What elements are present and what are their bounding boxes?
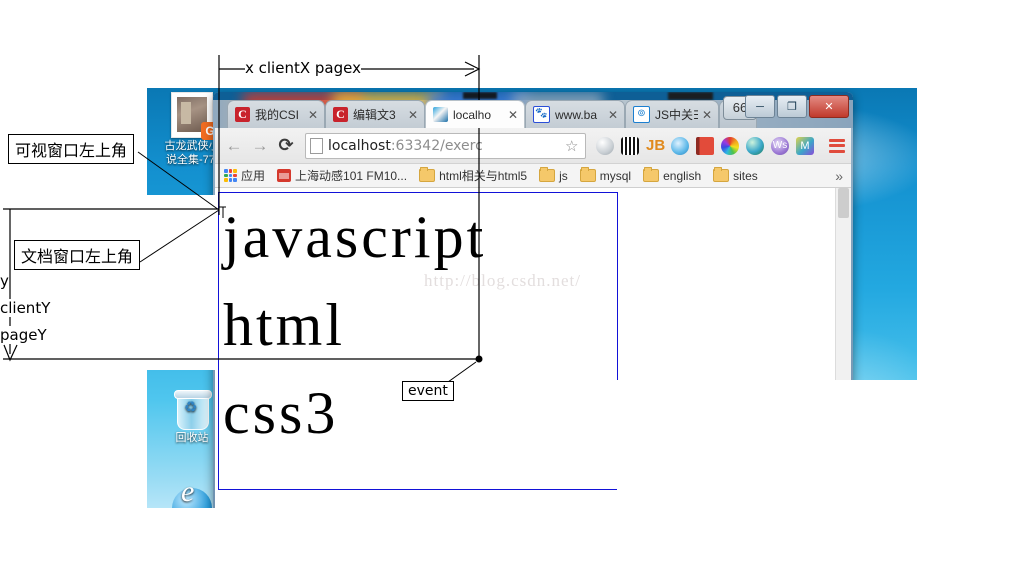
mask-top bbox=[0, 0, 1025, 88]
bookmark-star-icon[interactable]: ☆ bbox=[565, 137, 581, 155]
bookmarks-bar: 应用 上海动感101 FM10... html相关与html5 js mysql… bbox=[215, 164, 851, 188]
browser-tab-3[interactable]: 🐾 www.ba ✕ bbox=[525, 100, 625, 128]
recycle-bin-icon: ♻ bbox=[172, 388, 212, 430]
dictionary-red-icon[interactable] bbox=[696, 136, 714, 155]
bookmark-label: js bbox=[559, 168, 568, 183]
tab-title: 编辑文3 bbox=[353, 108, 396, 122]
browser-toolbar: ← → ⟳ localhost:63342/exerc ☆ JB Ws M bbox=[215, 128, 851, 164]
tab-close-icon[interactable]: ✕ bbox=[608, 108, 620, 122]
jetbrains-jb-icon[interactable]: JB bbox=[646, 137, 665, 155]
label-x-clientx-pagex: x clientX pagex bbox=[245, 59, 361, 77]
markdown-icon[interactable]: M bbox=[796, 136, 814, 155]
intellij-icon bbox=[433, 107, 448, 122]
tab-close-icon[interactable]: ✕ bbox=[702, 108, 714, 122]
label-event: event bbox=[402, 381, 454, 401]
page-line-0: javascript bbox=[223, 204, 487, 270]
browser-tab-2[interactable]: localho ✕ bbox=[425, 100, 525, 128]
baidu-icon: 🐾 bbox=[533, 106, 550, 123]
page-content-box: javascript html css3 http://blog.csdn.ne… bbox=[218, 192, 618, 490]
bookmark-label: 应用 bbox=[241, 169, 266, 183]
csdn-icon: C bbox=[333, 107, 348, 122]
bookmark-radio[interactable]: 上海动感101 FM10... bbox=[274, 166, 410, 185]
folder-icon bbox=[579, 167, 596, 182]
forward-icon[interactable]: → bbox=[247, 133, 273, 159]
reload-icon[interactable]: ⟳ bbox=[273, 133, 299, 159]
page-line-1: html bbox=[223, 292, 346, 358]
extensions-bar: JB Ws M bbox=[592, 136, 845, 155]
watermark-text: http://blog.csdn.net/ bbox=[424, 271, 581, 290]
js-icon: ⊚ bbox=[633, 106, 650, 123]
tab-title: 我的CSI bbox=[255, 108, 300, 122]
bookmark-english[interactable]: english bbox=[640, 167, 704, 184]
scrollbar-thumb[interactable] bbox=[838, 188, 849, 218]
label-axis-clienty: clientY bbox=[0, 299, 51, 317]
browser-tab-0[interactable]: C 我的CSI ✕ bbox=[227, 100, 325, 128]
mask-under-page bbox=[147, 508, 617, 538]
mask-bottom bbox=[0, 533, 1025, 567]
tab-title: JS中关∃ bbox=[655, 108, 698, 122]
globe-grey-icon[interactable] bbox=[596, 136, 614, 155]
bookmark-label: sites bbox=[733, 168, 758, 183]
back-icon[interactable]: ← bbox=[221, 133, 247, 159]
bookmark-sites[interactable]: sites bbox=[710, 167, 761, 184]
folder-icon bbox=[713, 167, 730, 182]
label-axis-y: y bbox=[0, 272, 9, 290]
blur-blob bbox=[463, 92, 497, 99]
bookmark-label: english bbox=[663, 168, 702, 183]
url-path: :63342/exerc bbox=[390, 137, 483, 154]
label-document-corner: 文档窗口左上角 bbox=[14, 240, 141, 270]
tab-title: www.ba bbox=[555, 107, 598, 122]
bookmarks-overflow-icon[interactable]: » bbox=[835, 168, 845, 184]
qrcode-icon[interactable] bbox=[621, 136, 639, 155]
folder-icon bbox=[419, 167, 436, 182]
label-axis-pagey: pageY bbox=[0, 326, 47, 344]
folder-icon bbox=[643, 167, 660, 182]
tab-close-icon[interactable]: ✕ bbox=[308, 108, 320, 122]
radio-icon bbox=[277, 169, 292, 182]
folder-icon bbox=[539, 167, 556, 182]
sync-blue-icon[interactable] bbox=[671, 136, 689, 155]
tab-close-icon[interactable]: ✕ bbox=[508, 108, 520, 122]
globe-green-icon[interactable] bbox=[746, 136, 764, 155]
browser-tab-1[interactable]: C 编辑文3 ✕ bbox=[325, 100, 425, 128]
mask-right-lower bbox=[617, 380, 917, 535]
blur-blob bbox=[668, 92, 713, 100]
bookmark-label: html相关与html5 bbox=[439, 169, 528, 183]
maximize-button[interactable]: ❐ bbox=[777, 95, 807, 118]
tab-title: localho bbox=[453, 107, 492, 122]
hamburger-menu-icon[interactable] bbox=[829, 138, 845, 153]
thumbnail-image: G bbox=[171, 92, 219, 140]
label-viewport-corner: 可视窗口左上角 bbox=[8, 134, 135, 164]
apps-grid-icon bbox=[224, 169, 237, 182]
bookmark-label: 上海动感101 FM10... bbox=[295, 169, 408, 183]
csdn-icon: C bbox=[235, 107, 250, 122]
bookmark-html[interactable]: html相关与html5 bbox=[416, 166, 530, 185]
colorwheel-icon[interactable] bbox=[721, 136, 739, 155]
address-bar[interactable]: localhost:63342/exerc ☆ bbox=[305, 132, 586, 159]
url-host: localhost bbox=[328, 137, 391, 154]
minimize-button[interactable]: ─ bbox=[745, 95, 775, 118]
tab-close-icon[interactable]: ✕ bbox=[408, 108, 420, 122]
close-button[interactable]: ✕ bbox=[809, 95, 849, 118]
url-text: localhost:63342/exerc bbox=[328, 138, 483, 154]
mask-right bbox=[917, 0, 1025, 567]
title-bar[interactable]: C 我的CSI ✕ C 编辑文3 ✕ localho ✕ 🐾 www.ba ✕ … bbox=[213, 92, 853, 128]
bookmark-mysql[interactable]: mysql bbox=[577, 167, 634, 184]
bookmark-js[interactable]: js bbox=[536, 167, 571, 184]
bookmark-apps[interactable]: 应用 bbox=[221, 166, 268, 185]
bookmark-label: mysql bbox=[599, 168, 632, 183]
browser-tab-4[interactable]: ⊚ JS中关∃ ✕ bbox=[625, 100, 719, 128]
ws-purple-icon[interactable]: Ws bbox=[771, 136, 789, 155]
page-icon bbox=[310, 137, 323, 154]
window-controls: ─ ❐ ✕ bbox=[745, 95, 849, 118]
